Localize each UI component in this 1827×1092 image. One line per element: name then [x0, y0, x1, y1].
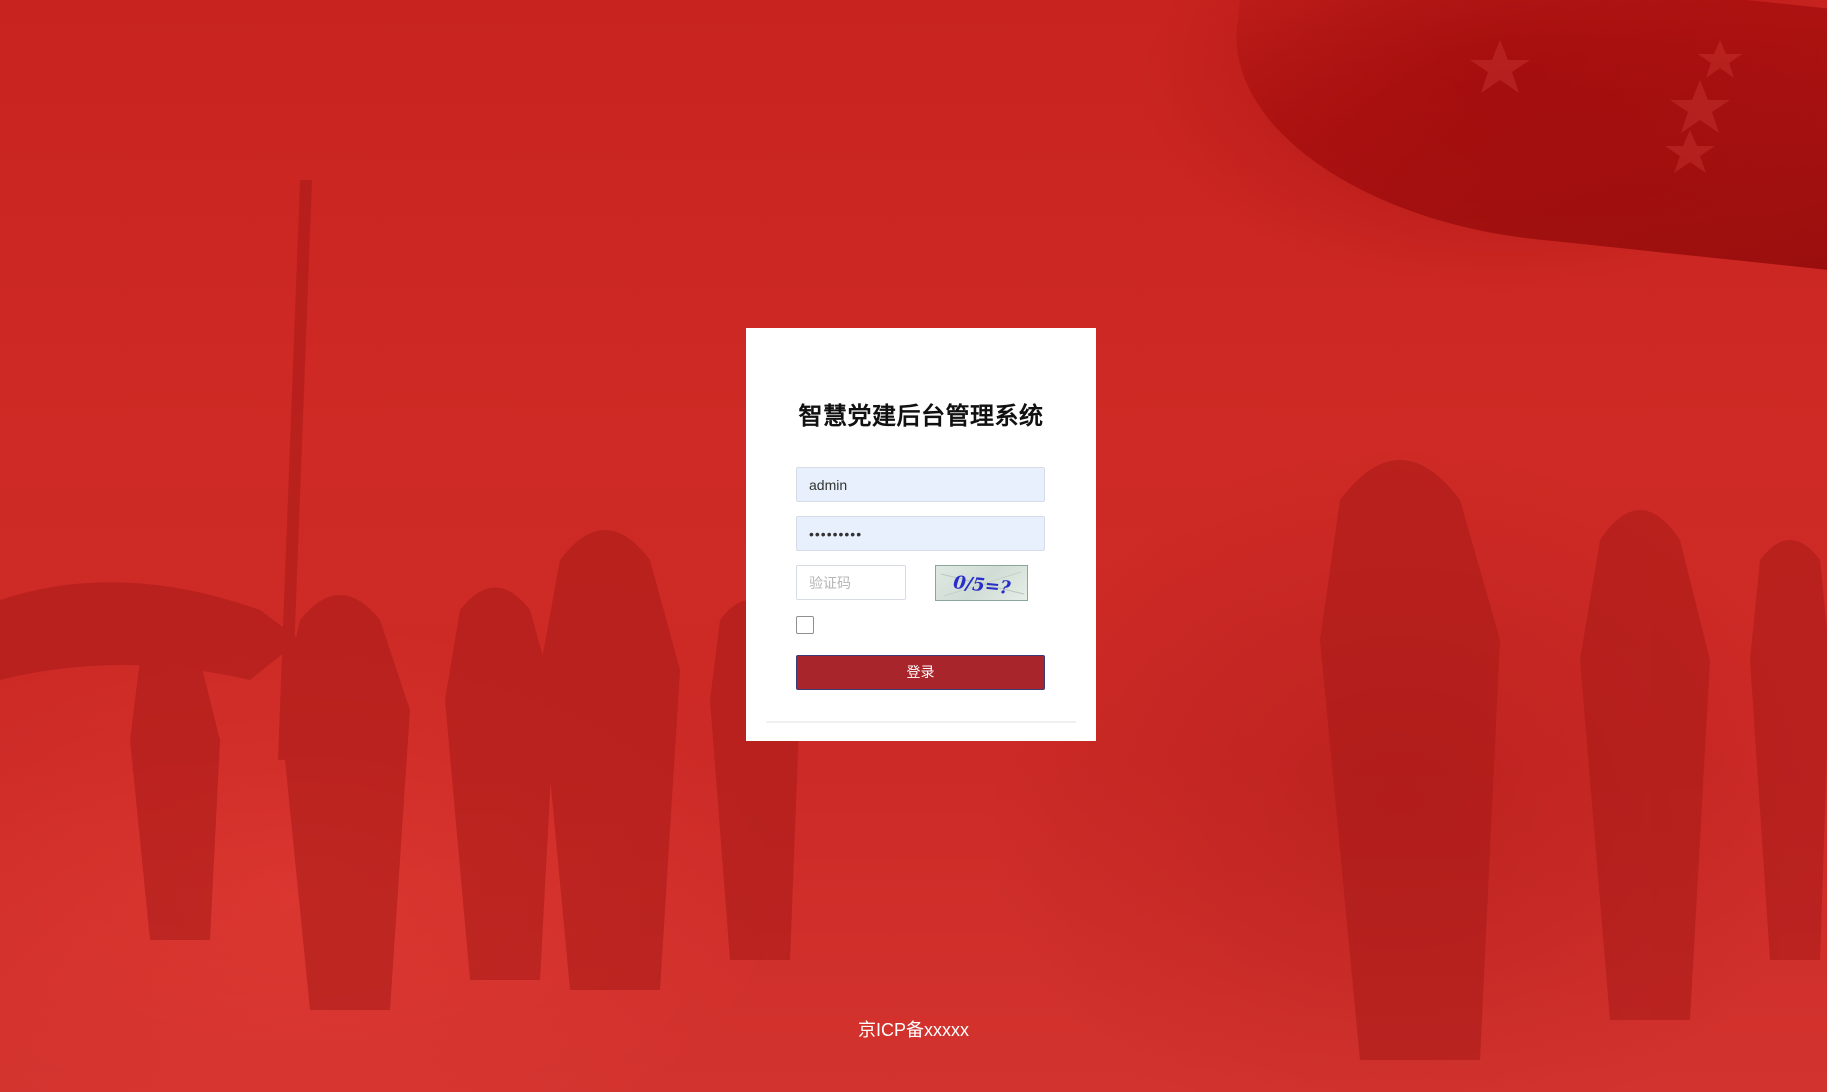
captcha-image[interactable]: 0/5=?	[935, 565, 1028, 601]
login-button[interactable]: 登录	[796, 655, 1045, 690]
card-divider	[766, 721, 1076, 723]
username-input[interactable]	[796, 467, 1045, 502]
login-title: 智慧党建后台管理系统	[798, 402, 1044, 430]
icp-footer: 京ICP备xxxxx	[857, 1020, 969, 1040]
remember-checkbox[interactable]	[796, 616, 814, 634]
password-input[interactable]	[796, 516, 1045, 551]
captcha-text: 0/5=?	[952, 572, 1012, 599]
captcha-input[interactable]	[796, 565, 906, 600]
login-card: 智慧党建后台管理系统 0/5=? 登录	[746, 328, 1096, 741]
